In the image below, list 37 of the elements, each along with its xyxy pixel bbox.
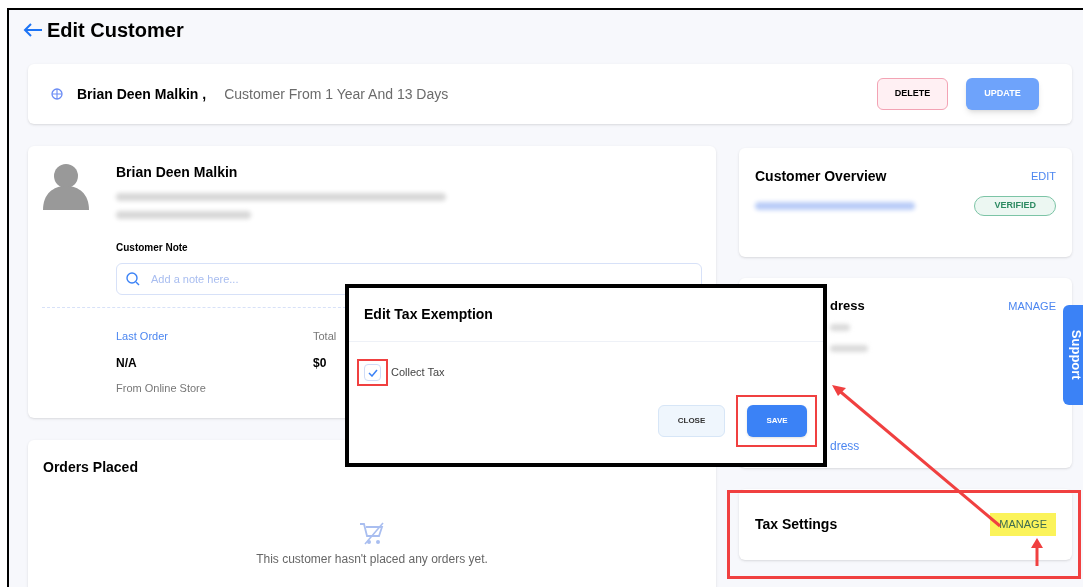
verified-badge: VERIFIED [974,196,1056,216]
customer-since: Customer From 1 Year And 13 Days [224,84,449,104]
check-icon [367,368,378,377]
stat-label: Total [313,329,337,344]
delete-button[interactable]: DELETE [877,78,948,110]
page-title: Edit Customer [47,18,184,43]
stat-label[interactable]: Last Order [116,328,313,345]
note-label: Customer Note [116,241,189,255]
stat-value: $0 [313,354,328,372]
customer-name: Brian Deen Malkin , [77,84,207,104]
section-title: Customer Overview [755,167,887,186]
avatar-icon [42,162,90,210]
dialog-title: Edit Tax Exemption [364,305,493,324]
annotation-arrow [1030,538,1044,566]
checkbox[interactable] [364,364,381,381]
checkbox-label: Collect Tax [391,365,445,381]
empty-cart-icon [359,522,385,546]
support-tab[interactable]: Support [1063,305,1083,405]
stat-value: N/A [116,354,138,372]
close-button[interactable]: CLOSE [658,405,725,437]
section-title: Orders Placed [43,458,139,477]
section-title: Tax Settings [755,515,838,534]
section-title: dress [830,297,865,315]
back-arrow-icon[interactable] [23,23,43,37]
redacted-address [830,344,868,352]
address-link[interactable]: dress [830,437,860,455]
edit-link[interactable]: EDIT [1030,168,1056,185]
manage-link[interactable]: MANAGE [990,513,1056,536]
globe-icon [51,88,63,100]
redacted-address [830,323,850,331]
update-button[interactable]: UPDATE [966,78,1039,110]
manage-link[interactable]: MANAGE [1008,297,1056,314]
save-button[interactable]: SAVE [747,405,807,437]
customer-name: Brian Deen Malkin [116,163,239,182]
empty-message: This customer hasn't placed any orders yet. [256,551,488,568]
stat-source: From Online Store [116,380,207,396]
search-icon [126,272,140,286]
